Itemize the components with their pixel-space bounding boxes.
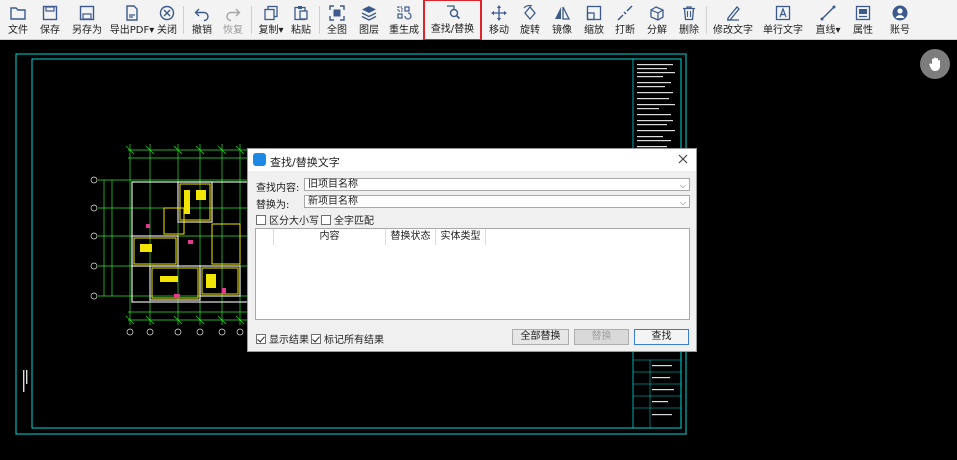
delete-button[interactable]: 删除 xyxy=(677,2,701,38)
export-pdf-button[interactable]: 导出PDF▾ xyxy=(110,2,154,38)
replace-all-button[interactable]: 全部替换 xyxy=(512,329,569,345)
dialog-close-icon[interactable] xyxy=(676,152,690,166)
fit-view-icon xyxy=(329,5,345,21)
replace-label: 替换为: xyxy=(256,200,290,211)
layers-icon xyxy=(361,6,377,21)
find-button[interactable]: 查找 xyxy=(634,329,689,345)
save-as-icon xyxy=(79,5,95,21)
find-replace-icon xyxy=(446,5,460,20)
whole-word-checkbox[interactable]: 全字匹配 xyxy=(321,212,374,227)
results-table[interactable]: 内容 替换状态 实体类型 xyxy=(255,228,690,320)
column-header-entity-type[interactable]: 实体类型 xyxy=(436,229,486,245)
fit-view-button[interactable]: 全图 xyxy=(325,2,349,38)
scale-button[interactable]: 缩放 xyxy=(582,2,606,38)
pan-hand-button[interactable] xyxy=(920,49,950,79)
edit-text-icon xyxy=(727,6,740,21)
copy-button[interactable]: 复制▾ xyxy=(257,2,285,38)
line-button[interactable]: 直线▾ xyxy=(813,2,843,38)
find-input[interactable]: 旧项目名称 ⌵ xyxy=(304,178,690,191)
explode-icon xyxy=(650,6,664,21)
paste-icon xyxy=(294,6,308,21)
scale-icon xyxy=(586,5,602,21)
delete-icon xyxy=(683,6,695,21)
regenerate-button[interactable]: 重生成 xyxy=(388,2,420,38)
left-border-text xyxy=(23,370,28,392)
explode-button[interactable]: 分解 xyxy=(645,2,669,38)
match-case-checkbox[interactable]: 区分大小写 xyxy=(256,212,319,227)
find-label: 查找内容: xyxy=(256,183,300,194)
paste-button[interactable]: 粘贴 xyxy=(289,2,313,38)
replace-dropdown-chevron-icon[interactable]: ⌵ xyxy=(680,197,686,208)
dialog-titlebar: 查找/替换文字 xyxy=(248,149,696,171)
layers-button[interactable]: 图层 xyxy=(357,2,381,38)
line-icon xyxy=(820,5,836,21)
toolbar-separator xyxy=(251,6,252,34)
mark-all-checkbox[interactable]: 标记所有结果 xyxy=(311,331,384,346)
copy-icon xyxy=(264,5,278,21)
find-replace-button[interactable]: 查找/替换 xyxy=(423,0,482,41)
export-pdf-icon xyxy=(126,5,138,21)
move-button[interactable]: 移动 xyxy=(487,2,511,38)
save-as-button[interactable]: 另存为 xyxy=(70,2,104,38)
close-circle-icon xyxy=(159,5,175,21)
find-replace-dialog: 查找/替换文字 查找内容: 旧项目名称 ⌵ 替换为: 新项目名称 ⌵ 区分大小写… xyxy=(247,148,697,352)
toolbar-separator xyxy=(183,6,184,34)
column-header-content[interactable]: 内容 xyxy=(274,229,386,245)
hand-icon xyxy=(929,57,940,71)
edit-text-button[interactable]: 修改文字 xyxy=(711,2,755,38)
save-button[interactable]: 保存 xyxy=(38,2,62,38)
regenerate-icon xyxy=(397,6,412,20)
whole-word-box[interactable] xyxy=(321,214,331,225)
break-icon xyxy=(617,5,633,21)
undo-button[interactable]: 撤销 xyxy=(190,2,214,38)
column-header-status[interactable]: 替换状态 xyxy=(386,229,436,245)
find-dropdown-chevron-icon[interactable]: ⌵ xyxy=(680,180,686,191)
replace-input[interactable]: 新项目名称 ⌵ xyxy=(304,195,690,208)
plan-axis-bubbles xyxy=(90,176,244,336)
dialog-title: 查找/替换文字 xyxy=(270,156,340,169)
save-icon xyxy=(42,5,58,21)
show-results-checkbox[interactable]: 显示结果 xyxy=(256,331,309,346)
redo-icon xyxy=(226,8,241,22)
replace-button[interactable]: 替换 xyxy=(574,329,629,345)
single-line-text-button[interactable]: 单行文字 xyxy=(761,2,805,38)
redo-button[interactable]: 恢复 xyxy=(221,2,245,38)
mirror-icon xyxy=(555,6,571,20)
plan-dimension-ticks xyxy=(125,145,245,325)
rotate-button[interactable]: 旋转 xyxy=(518,2,542,38)
toolbar-separator xyxy=(319,6,320,34)
rotate-icon xyxy=(523,4,536,21)
file-button[interactable]: 文件 xyxy=(6,2,30,38)
properties-button[interactable]: 属性 xyxy=(851,2,875,38)
account-icon xyxy=(892,5,908,21)
app-logo-icon xyxy=(253,153,266,166)
properties-icon xyxy=(855,5,871,21)
open-folder-icon xyxy=(10,7,26,20)
toolbar-separator xyxy=(706,6,707,34)
toolbar: 文件 保存 另存为 导出PDF▾ 关闭 撤销 恢复 复制▾ 粘贴 全图 图层 重… xyxy=(0,0,957,41)
mirror-button[interactable]: 镜像 xyxy=(550,2,574,38)
undo-icon xyxy=(194,8,209,22)
single-line-text-icon xyxy=(775,5,791,21)
account-button[interactable]: 账号 xyxy=(888,2,912,38)
match-case-box[interactable] xyxy=(256,214,266,225)
results-header-blank xyxy=(256,229,274,245)
show-results-box[interactable] xyxy=(256,333,266,344)
move-icon xyxy=(491,5,507,21)
break-button[interactable]: 打断 xyxy=(613,2,637,38)
title-block-lines xyxy=(633,359,681,428)
close-button[interactable]: 关闭 xyxy=(155,2,179,38)
mark-all-box[interactable] xyxy=(311,333,321,344)
